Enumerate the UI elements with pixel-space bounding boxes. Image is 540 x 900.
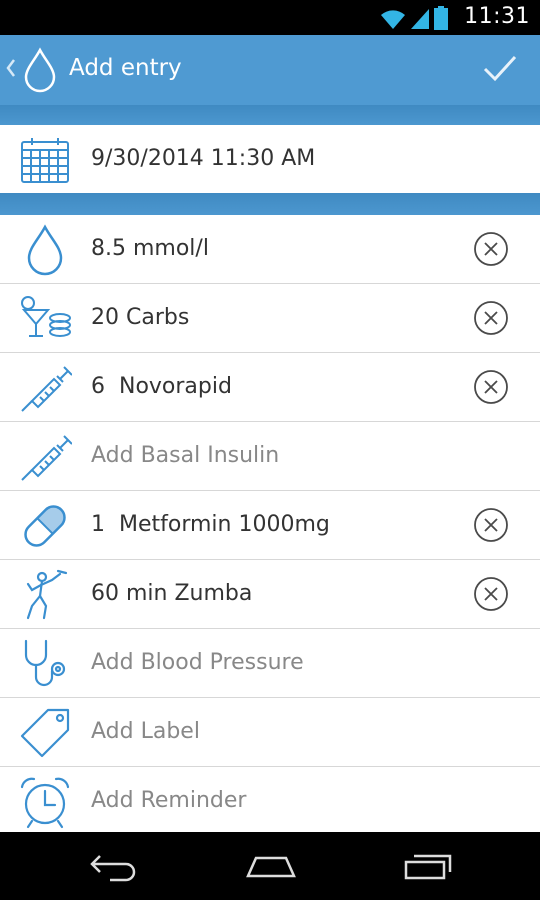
syringe-icon [21,366,72,412]
list-item-label: 6 Novorapid [91,374,232,399]
action-bar: Add entry [0,35,540,105]
alarm-clock-icon [20,777,70,829]
back-nav-icon[interactable] [88,850,136,882]
wifi-icon [381,10,405,29]
recent-apps-nav-icon[interactable] [404,850,454,882]
remove-circle-icon[interactable] [473,300,509,336]
list-item-label: 60 min Zumba [91,581,253,606]
remove-circle-icon[interactable] [473,576,509,612]
calendar-icon [21,138,69,183]
pill-icon [24,505,66,547]
remove-circle-icon[interactable] [473,507,509,543]
food-icon [21,296,71,337]
list-item-label: Add Reminder [91,788,247,813]
list-item-exercise[interactable]: 60 min Zumba [0,560,540,629]
header-band [0,105,540,125]
list-item-reminder[interactable]: Add Reminder [0,767,540,836]
list-item-blood-glucose[interactable]: 8.5 mmol/l [0,215,540,284]
list-item-label-tag[interactable]: Add Label [0,698,540,767]
date-time-row[interactable]: 9/30/2014 11:30 AM [0,125,540,193]
list-item-medication[interactable]: 1 Metformin 1000mg [0,491,540,560]
list-item-label: 20 Carbs [91,305,190,330]
date-time-text: 9/30/2014 11:30 AM [91,146,316,171]
syringe-icon [21,435,72,481]
list-item-label: 1 Metformin 1000mg [91,512,330,537]
list-item-label: 8.5 mmol/l [91,236,209,261]
signal-icon [411,9,429,29]
list-item-label: Add Blood Pressure [91,650,304,675]
entry-list: 8.5 mmol/l 20 Carbs 6 Novorapid Add Basa… [0,215,540,836]
battery-icon [434,6,448,30]
remove-circle-icon[interactable] [473,231,509,267]
page-title: Add entry [69,55,182,81]
list-item-basal-insulin[interactable]: Add Basal Insulin [0,422,540,491]
list-item-carbs[interactable]: 20 Carbs [0,284,540,353]
navigation-bar [0,832,540,900]
exercise-icon [26,569,68,620]
list-item-bolus-insulin[interactable]: 6 Novorapid [0,353,540,422]
save-check-icon[interactable] [482,54,518,84]
home-nav-icon[interactable] [244,850,298,882]
list-item-label: Add Basal Insulin [91,443,280,468]
tag-icon [20,708,70,758]
remove-circle-icon[interactable] [473,369,509,405]
list-item-label: Add Label [91,719,200,744]
status-bar: 11:31 [0,0,540,35]
stethoscope-icon [24,639,66,687]
drop-logo-icon[interactable] [22,47,58,93]
drop-icon [27,224,63,276]
list-item-blood-pressure[interactable]: Add Blood Pressure [0,629,540,698]
back-chevron-icon[interactable] [4,57,16,79]
section-band [0,193,540,215]
status-icons [380,6,448,30]
status-clock: 11:31 [464,4,530,29]
